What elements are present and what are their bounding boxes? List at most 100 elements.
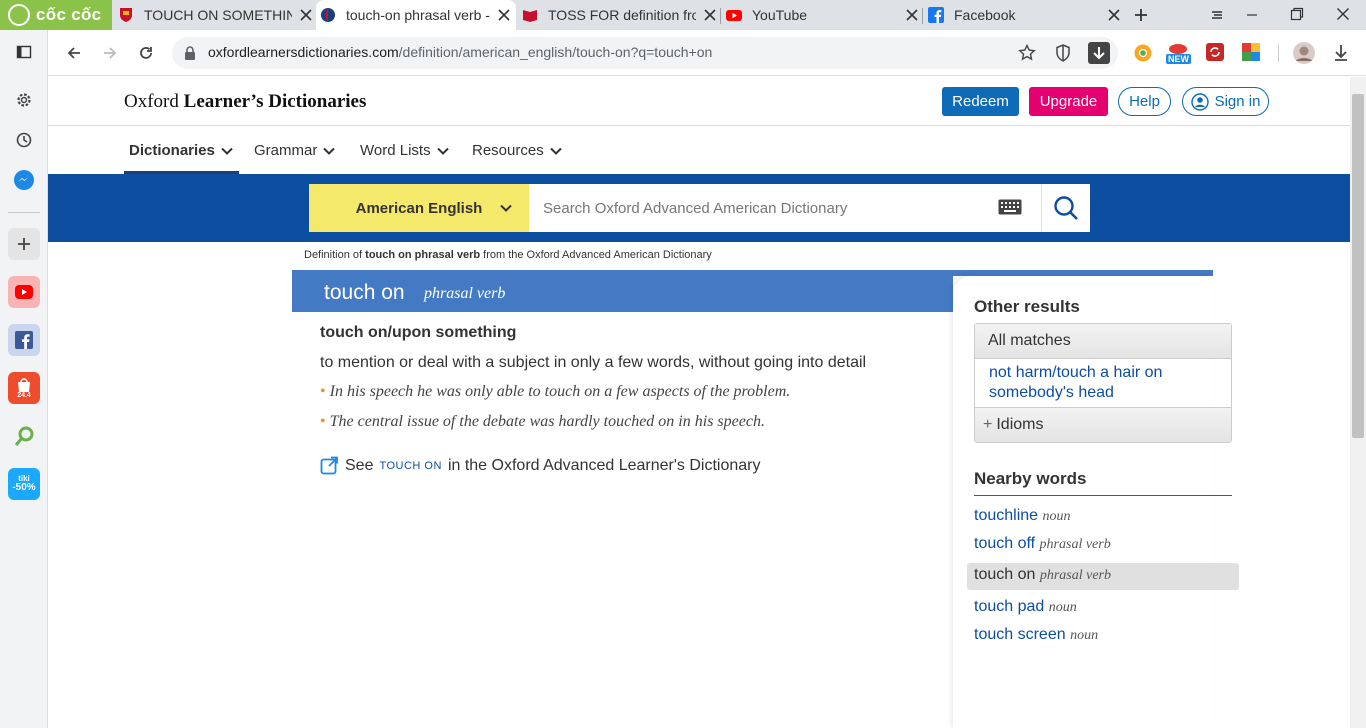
sign-in-button[interactable]: Sign in [1182,87,1269,116]
downloads-icon[interactable] [1333,44,1349,62]
search-icon [1054,196,1078,220]
tab-touch-on-phrasal-verb[interactable]: touch-on phrasal verb - [316,0,516,30]
redeem-button[interactable]: Redeem [942,87,1019,116]
nav-resources[interactable]: Resources [472,142,562,159]
tab-search-icon[interactable] [1210,8,1224,22]
external-link-icon [320,456,338,475]
nearby-word: touchline [974,507,1039,524]
tab-touch-on-something[interactable]: TOUCH ON SOMETHING [114,0,314,30]
forward-icon[interactable] [102,45,118,61]
tab-title: TOSS FOR definition fro [548,7,696,23]
color-grid-extension-icon[interactable] [1242,43,1260,61]
tab-close-icon[interactable] [904,7,920,23]
brand-name: cốc cốc [36,5,102,24]
web-page: Oxford Learner’s Dictionaries Redeem Upg… [48,77,1350,728]
gear-icon [17,93,31,107]
nearby-pos: noun [1042,509,1071,524]
chevron-down-icon [549,147,562,155]
other-results-heading: Other results [974,297,1080,316]
tab-toss-for-definition[interactable]: TOSS FOR definition fro [518,0,718,30]
example-sentence: • The central issue of the debate was har… [320,413,765,431]
logo-bold: Learner’s Dictionaries [183,91,367,112]
sync-extension-icon[interactable] [1206,43,1224,61]
bookmark-star-icon[interactable] [1018,44,1036,62]
sidebar-extension-button[interactable] [8,420,40,452]
keyboard-icon[interactable] [998,199,1022,215]
window-close-icon[interactable] [1336,7,1350,21]
sidebar-toggle-button[interactable] [8,36,40,68]
tab-close-icon[interactable] [1106,7,1122,23]
nav-label: Word Lists [360,142,431,159]
nav-dictionaries[interactable]: Dictionaries [129,142,233,159]
sidebar-facebook-button[interactable] [8,324,40,356]
shield-icon[interactable] [1055,44,1071,62]
user-icon [1190,92,1209,111]
help-button[interactable]: Help [1118,87,1171,116]
nearby-item[interactable]: touch off phrasal verb [974,535,1111,553]
plus-icon: + [983,416,993,433]
chrome-extension-icon[interactable] [1133,43,1153,63]
shopee-bag-icon [18,377,30,392]
nearby-pos: phrasal verb [1039,568,1112,583]
nav-label: Dictionaries [129,142,215,159]
restore-icon[interactable] [1290,7,1304,21]
facebook-icon [928,7,944,23]
cambridge-shield-icon [120,8,132,22]
search-input[interactable] [529,184,1041,232]
idioms-toggle[interactable]: + Idioms [975,407,1231,442]
download-arrow-icon [1093,47,1105,60]
tab-strip: cốc cốc TOUCH ON SOMETHING touch-on phra… [0,0,1366,30]
sidebar-settings-button[interactable] [8,84,40,116]
nearby-item[interactable]: touchline noun [974,507,1071,525]
tab-youtube[interactable]: YouTube [722,0,920,30]
back-icon[interactable] [66,45,82,61]
nearby-item[interactable]: touch pad noun [974,598,1077,616]
dictionary-select-label: American English [355,199,483,217]
all-matches-header[interactable]: All matches [975,324,1231,359]
example-text: The central issue of the debate was hard… [329,413,765,430]
bullet-icon: • [320,383,326,400]
match-link[interactable]: not harm/touch a hair on somebody's head [989,363,1219,403]
nearby-pos: noun [1048,600,1077,615]
profile-avatar-icon[interactable] [1292,41,1316,65]
tab-close-icon[interactable] [702,7,718,23]
new-tab-icon[interactable] [1133,7,1149,23]
tab-title: touch-on phrasal verb - [346,7,490,23]
upgrade-button[interactable]: Upgrade [1029,87,1108,116]
coccoc-logo-icon [8,4,30,26]
oxford-logo[interactable]: Oxford Learner’s Dictionaries [124,91,366,113]
lock-icon[interactable] [184,46,196,60]
sidebar-shopee-button[interactable]: 24.4 [8,372,40,404]
sidebar-history-button[interactable] [8,124,40,156]
nav-word-lists[interactable]: Word Lists [360,142,449,159]
sign-in-label: Sign in [1214,93,1261,110]
search-button[interactable] [1041,184,1090,232]
see-oald-link[interactable]: See touch on in the Oxford Advanced Lear… [320,456,761,475]
scrollbar-thumb[interactable] [1352,94,1364,438]
nearby-word: touch off [974,535,1036,552]
sidebar-add-button[interactable] [8,228,40,260]
sense-title: touch on/upon something [320,324,517,341]
reload-icon[interactable] [138,45,154,61]
sidebar-tiki-button[interactable]: tiki -50% [8,468,40,500]
tab-facebook[interactable]: Facebook [924,0,1122,30]
nearby-item-current[interactable]: touch on phrasal verb [974,566,1111,584]
tab-close-icon[interactable] [496,7,512,23]
tab-close-icon[interactable] [298,7,314,23]
url-text[interactable]: oxfordlearnersdictionaries.com/definitio… [208,44,712,60]
sidebar-messenger-button[interactable] [8,164,40,196]
source-word: touch on phrasal verb [365,249,481,261]
nearby-item[interactable]: touch screen noun [974,626,1098,644]
source-prefix: Definition of [304,249,366,261]
download-page-button[interactable] [1088,42,1110,64]
sidebar-youtube-button[interactable] [8,276,40,308]
url-path: /definition/american_english/touch-on?q=… [398,44,713,60]
dictionary-select[interactable]: American English [309,184,529,232]
tab-title: TOUCH ON SOMETHING [144,7,292,23]
minimize-icon[interactable] [1245,8,1259,22]
youtube-icon [726,10,742,21]
news-extension-button[interactable]: NEW [1165,40,1193,66]
nav-grammar[interactable]: Grammar [254,142,336,159]
coccoc-menu-button[interactable]: cốc cốc [0,0,112,30]
history-icon [16,132,32,148]
